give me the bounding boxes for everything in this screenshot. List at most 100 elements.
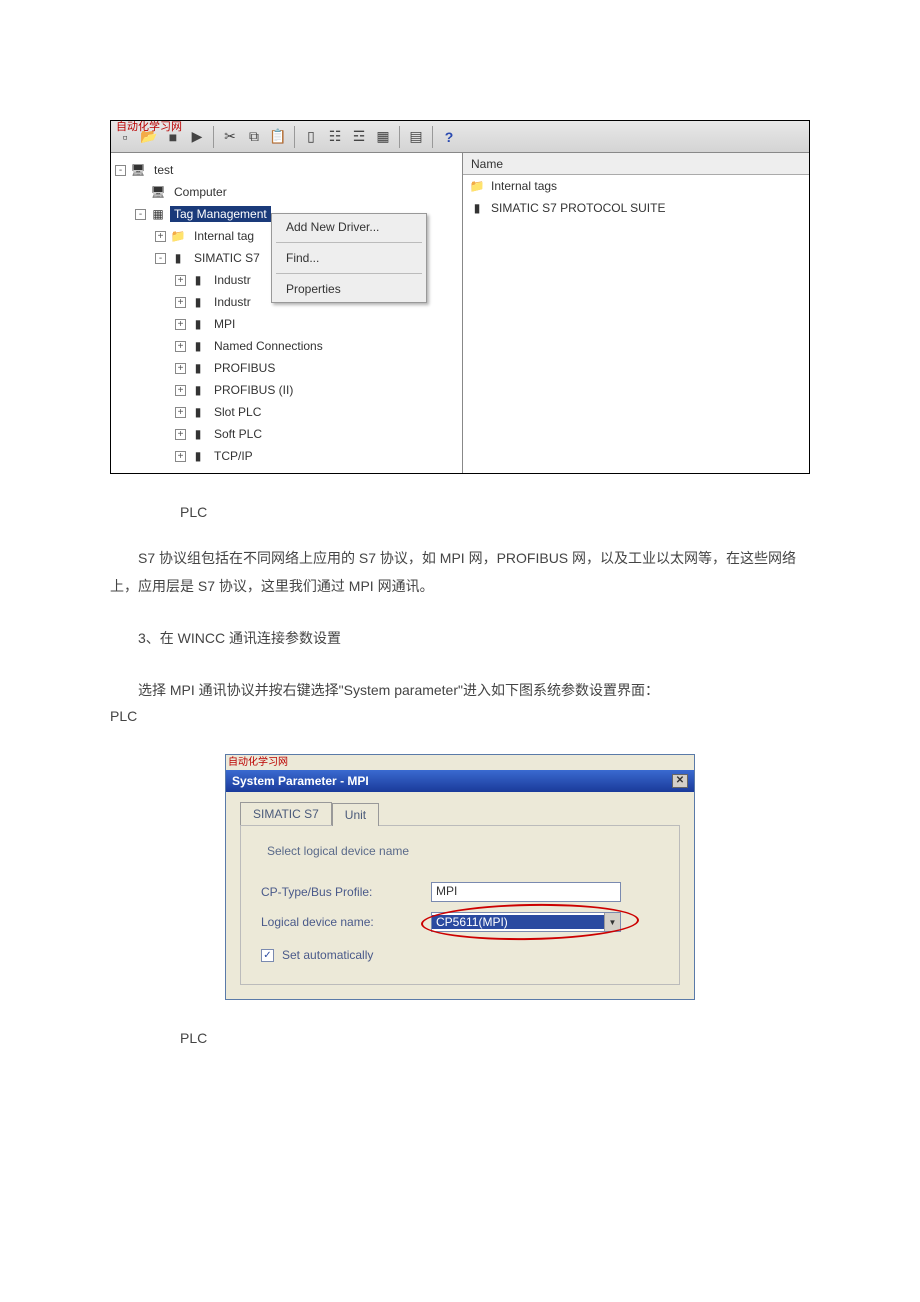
separator xyxy=(276,273,422,274)
separator xyxy=(276,242,422,243)
separator xyxy=(294,126,295,148)
tree-label: Soft PLC xyxy=(210,426,266,442)
folder-icon: 📁 xyxy=(469,178,485,194)
tree-slot-plc[interactable]: + ▮ Slot PLC xyxy=(115,401,458,423)
expand-icon[interactable]: + xyxy=(175,385,186,396)
tree-mpi[interactable]: + ▮ MPI xyxy=(115,313,458,335)
ctx-add-driver[interactable]: Add New Driver... xyxy=(272,214,426,240)
ctx-find[interactable]: Find... xyxy=(272,245,426,271)
set-automatically-checkbox[interactable]: ✓ xyxy=(261,949,274,962)
tree-profibus2[interactable]: + ▮ PROFIBUS (II) xyxy=(115,379,458,401)
cp-type-field[interactable]: MPI xyxy=(431,882,621,902)
tab-simatic-s7[interactable]: SIMATIC S7 xyxy=(240,802,332,825)
wincc-explorer-window: ▫ 📂 ■ ▶ ✂ ⧉ 📋 ▯ ☷ ☲ ▦ ▤ ? - 🖥 test xyxy=(110,120,810,474)
tree-label: Named Connections xyxy=(210,338,327,354)
paragraph-select-mpi: 选择 MPI 通讯协议并按右键选择"System parameter"进入如下图… xyxy=(110,676,810,704)
ctx-properties[interactable]: Properties xyxy=(272,276,426,302)
list-item-label: SIMATIC S7 PROTOCOL SUITE xyxy=(491,201,665,215)
tree-pane: - 🖥 test 🖥 Computer - ▦ Tag Management +… xyxy=(111,153,463,473)
context-menu: Add New Driver... Find... Properties xyxy=(271,213,427,303)
channel-icon: ▮ xyxy=(190,404,206,420)
tree-label: SIMATIC S7 xyxy=(190,250,264,266)
tree-label: Industr xyxy=(210,272,255,288)
separator xyxy=(399,126,400,148)
plc-label: PLC xyxy=(180,1030,920,1046)
copy-icon[interactable]: ⧉ xyxy=(244,127,264,147)
paragraph-step3: 3、在 WINCC 通讯连接参数设置 xyxy=(110,624,810,652)
tree-label: PROFIBUS (II) xyxy=(210,382,297,398)
driver-icon: ▮ xyxy=(170,250,186,266)
group-title: Select logical device name xyxy=(261,844,415,858)
toolbar: ▫ 📂 ■ ▶ ✂ ⧉ 📋 ▯ ☷ ☲ ▦ ▤ ? xyxy=(111,121,809,153)
list-pane: Name 📁 Internal tags ▮ SIMATIC S7 PROTOC… xyxy=(463,153,809,473)
separator xyxy=(213,126,214,148)
channel-icon: ▮ xyxy=(190,272,206,288)
list-item[interactable]: 📁 Internal tags xyxy=(463,175,809,197)
paste-icon[interactable]: 📋 xyxy=(268,127,288,147)
expand-icon[interactable]: + xyxy=(155,231,166,242)
tabs: SIMATIC S7 Unit xyxy=(240,802,680,825)
cut-icon[interactable]: ✂ xyxy=(220,127,240,147)
computer-icon: 🖥 xyxy=(150,184,166,200)
expand-icon[interactable]: + xyxy=(175,407,186,418)
expand-icon[interactable]: + xyxy=(175,319,186,330)
label-logical-device: Logical device name: xyxy=(261,915,431,929)
channel-icon: ▮ xyxy=(190,294,206,310)
channel-icon: ▮ xyxy=(190,316,206,332)
channel-icon: ▮ xyxy=(190,382,206,398)
help-icon[interactable]: ? xyxy=(439,127,459,147)
checkbox-label: Set automatically xyxy=(282,948,373,962)
channel-icon: ▮ xyxy=(190,448,206,464)
tree-tcpip[interactable]: + ▮ TCP/IP xyxy=(115,445,458,467)
expand-icon[interactable]: + xyxy=(175,341,186,352)
tags-icon: ▦ xyxy=(150,206,166,222)
annotation-circle xyxy=(421,902,640,942)
channel-icon: ▮ xyxy=(190,426,206,442)
tool2-icon[interactable]: ☷ xyxy=(325,127,345,147)
plc-label: PLC xyxy=(110,708,920,724)
play-icon[interactable]: ▶ xyxy=(187,127,207,147)
tree-profibus[interactable]: + ▮ PROFIBUS xyxy=(115,357,458,379)
expand-icon[interactable]: + xyxy=(175,275,186,286)
expand-icon[interactable]: + xyxy=(175,451,186,462)
properties-icon[interactable]: ▤ xyxy=(406,127,426,147)
close-icon[interactable]: ✕ xyxy=(672,774,688,788)
collapse-icon[interactable]: - xyxy=(155,253,166,264)
tree-label: Industr xyxy=(210,294,255,310)
plc-label: PLC xyxy=(180,504,920,520)
tree-computer[interactable]: 🖥 Computer xyxy=(115,181,458,203)
driver-icon: ▮ xyxy=(469,200,485,216)
tree-label: PROFIBUS xyxy=(210,360,279,376)
paragraph-s7: S7 协议组包括在不同网络上应用的 S7 协议，如 MPI 网，PROFIBUS… xyxy=(110,544,810,600)
tree-label: Computer xyxy=(170,184,231,200)
list-icon[interactable]: ☲ xyxy=(349,127,369,147)
watermark-text: 自动化学习网 xyxy=(228,753,694,768)
expand-icon[interactable]: + xyxy=(175,363,186,374)
folder-icon: 📁 xyxy=(170,228,186,244)
dialog-title: System Parameter - MPI xyxy=(232,774,369,788)
group-logical-device: Select logical device name CP-Type/Bus P… xyxy=(240,825,680,985)
project-icon: 🖥 xyxy=(130,162,146,178)
tree-label: test xyxy=(150,162,177,178)
collapse-icon[interactable]: - xyxy=(115,165,126,176)
list-item[interactable]: ▮ SIMATIC S7 PROTOCOL SUITE xyxy=(463,197,809,219)
details-icon[interactable]: ▦ xyxy=(373,127,393,147)
system-parameter-dialog: 自动化学习网 System Parameter - MPI ✕ SIMATIC … xyxy=(225,754,695,1000)
tree-soft-plc[interactable]: + ▮ Soft PLC xyxy=(115,423,458,445)
tree-label: MPI xyxy=(210,316,239,332)
channel-icon: ▮ xyxy=(190,338,206,354)
label-cp-type: CP-Type/Bus Profile: xyxy=(261,885,431,899)
tree-named-conn[interactable]: + ▮ Named Connections xyxy=(115,335,458,357)
list-header-name[interactable]: Name xyxy=(463,153,809,175)
separator xyxy=(432,126,433,148)
watermark-text: 自动化学习网 xyxy=(116,118,182,134)
expand-icon[interactable]: + xyxy=(175,297,186,308)
tool-icon[interactable]: ▯ xyxy=(301,127,321,147)
tree-label-selected: Tag Management xyxy=(170,206,271,222)
expand-icon[interactable]: + xyxy=(175,429,186,440)
tab-unit[interactable]: Unit xyxy=(332,803,379,826)
tree-label: Internal tag xyxy=(190,228,258,244)
channel-icon: ▮ xyxy=(190,360,206,376)
collapse-icon[interactable]: - xyxy=(135,209,146,220)
tree-root[interactable]: - 🖥 test xyxy=(115,159,458,181)
